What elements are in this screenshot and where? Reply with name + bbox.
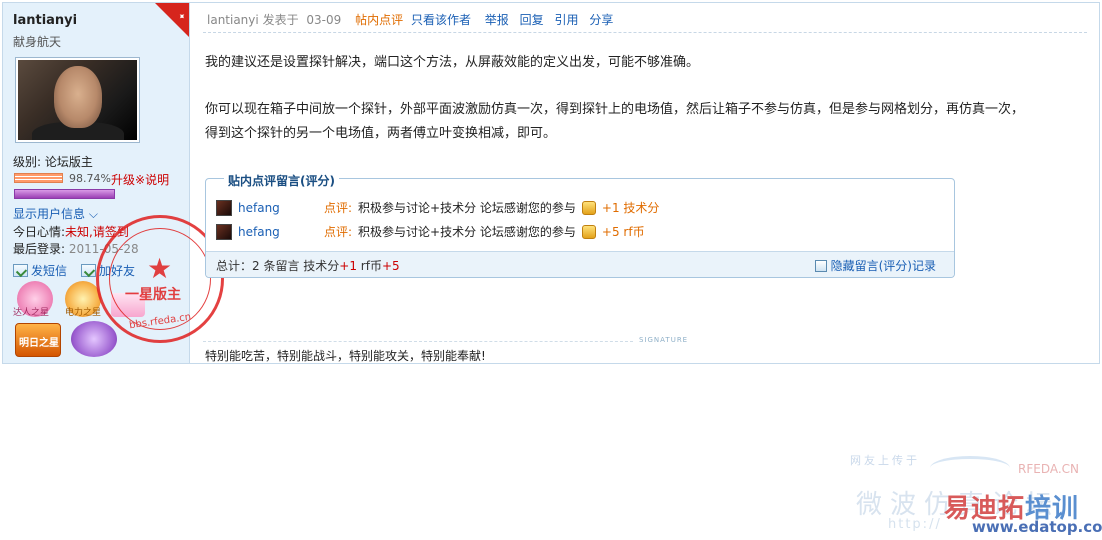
post-paragraph: 我的建议还是设置探针解决，端口这个方法，从屏蔽效能的定义出发，可能不够准确。: [205, 55, 700, 70]
watermark-url: www.edatop.com: [972, 518, 1102, 536]
rating-row: hefang 点评: 积极参与讨论+技术分 论坛感谢您的参与 +5 rf币: [216, 223, 645, 240]
rater-username[interactable]: hefang: [238, 201, 324, 215]
only-author-link[interactable]: 只看该作者: [411, 13, 471, 27]
badge-label: 达人之星: [13, 308, 50, 318]
reputation-bar: [14, 189, 115, 199]
posted-on-label: 发表于: [262, 13, 299, 27]
rating-box: 贴内点评留言(评分) hefang 点评: 积极参与讨论+技术分 论坛感谢您的参…: [205, 172, 955, 278]
watermark-http: http://: [888, 517, 942, 532]
message-icon: [13, 264, 28, 277]
rating-title: 贴内点评留言(评分): [224, 172, 339, 189]
avatar[interactable]: [15, 57, 140, 143]
watermark-site: RFEDA.CN: [1018, 462, 1080, 476]
rating-tag: 点评:: [324, 201, 353, 215]
signature-divider: [203, 341, 633, 342]
post-paragraph-line: 得到这个探针的另一个电场值，两者傅立叶变换相减，即可。: [205, 126, 557, 141]
add-friend-icon: [81, 264, 96, 277]
signature-text: 特别能吃苦，特别能战斗，特别能攻关，特别能奉献!: [205, 349, 486, 363]
thumbs-up-icon: [581, 200, 596, 215]
rating-score: +5 rf币: [601, 225, 645, 239]
upgrade-separator: ※: [135, 173, 146, 187]
user-sidebar: ✦ lantianyi 献身航天 级别: 论坛版主 98.74% 升级※说明 显…: [3, 3, 224, 363]
send-message-label: 发短信: [31, 264, 68, 278]
reply-link[interactable]: 回复: [520, 13, 544, 27]
author-title: 献身航天: [13, 35, 62, 49]
rating-total-coin-label: rf币: [356, 259, 382, 273]
bird-watermark-icon: [930, 456, 1010, 480]
upgrade-info: 升级※说明: [111, 171, 169, 188]
upgrade-link[interactable]: 升级: [111, 173, 135, 187]
stamp-text: 一星版主: [125, 287, 181, 303]
rating-total-coin: +5: [381, 259, 400, 273]
watermark-text: 网友上传于: [850, 454, 920, 467]
badge-label: 电力之星: [65, 308, 102, 318]
thumbs-up-icon: [581, 224, 596, 239]
rating-comment: 积极参与讨论+技术分 论坛感谢您的参与: [358, 225, 576, 239]
rating-score: +1 技术分: [601, 201, 660, 215]
level-progress-percent: 98.74%: [69, 172, 111, 185]
post-meta: lantianyi 发表于 03-09 帖内点评 只看该作者 举报 回复 引用 …: [207, 11, 613, 28]
send-message-button[interactable]: 发短信: [13, 262, 67, 279]
butterfly-badge-icon[interactable]: [71, 321, 117, 357]
rating-comment: 积极参与讨论+技术分 论坛感谢您的参与: [358, 201, 576, 215]
level-progress-bar: [14, 173, 63, 183]
forum-post: ✦ lantianyi 献身航天 级别: 论坛版主 98.74% 升级※说明 显…: [2, 2, 1100, 364]
post-date: 03-09: [306, 13, 342, 27]
hide-ratings-button[interactable]: 隐藏留言(评分)记录: [814, 257, 936, 274]
rating-total-prefix: 总计：2 条留言 技术分: [216, 259, 340, 273]
chevron-down-icon: ⌵: [88, 207, 98, 221]
divider: [203, 32, 1087, 33]
explain-link[interactable]: 说明: [145, 173, 169, 187]
star-icon: ★: [147, 252, 173, 285]
author-username[interactable]: lantianyi: [13, 13, 77, 28]
post-comment-link[interactable]: 帖内点评: [355, 13, 403, 27]
avatar[interactable]: [216, 223, 232, 240]
show-user-info-toggle[interactable]: 显示用户信息 ⌵: [13, 205, 98, 222]
user-level: 级别: 论坛版主: [13, 155, 93, 169]
mood-label: 今日心情:: [13, 225, 66, 239]
report-link[interactable]: 举报: [485, 13, 509, 27]
badge-label: 明日之星: [19, 338, 59, 349]
share-link[interactable]: 分享: [589, 13, 613, 27]
last-login-label: 最后登录:: [13, 242, 66, 256]
rating-total: 总计：2 条留言 技术分+1 rf币+5: [216, 257, 400, 274]
post-author[interactable]: lantianyi: [207, 13, 259, 27]
show-user-info-label: 显示用户信息: [13, 207, 86, 221]
rating-footer: 总计：2 条留言 技术分+1 rf币+5 隐藏留言(评分)记录: [206, 251, 954, 277]
avatar[interactable]: [216, 199, 232, 216]
quote-link[interactable]: 引用: [554, 13, 578, 27]
rating-tag: 点评:: [324, 225, 353, 239]
post-paragraph: 你可以现在箱子中间放一个探针，外部平面波激励仿真一次，得到探针上的电场值，然后让…: [205, 98, 1024, 146]
post-paragraph-line: 你可以现在箱子中间放一个探针，外部平面波激励仿真一次，得到探针上的电场值，然后让…: [205, 102, 1025, 117]
moderator-ribbon-icon: ✦: [155, 3, 189, 37]
rater-username[interactable]: hefang: [238, 225, 324, 239]
rating-total-tech: +1: [339, 259, 357, 273]
hide-icon: [814, 259, 827, 272]
signature-label: SIGNATURE: [639, 336, 689, 344]
hide-ratings-label: 隐藏留言(评分)记录: [830, 259, 936, 273]
rating-row: hefang 点评: 积极参与讨论+技术分 论坛感谢您的参与 +1 技术分: [216, 199, 659, 216]
